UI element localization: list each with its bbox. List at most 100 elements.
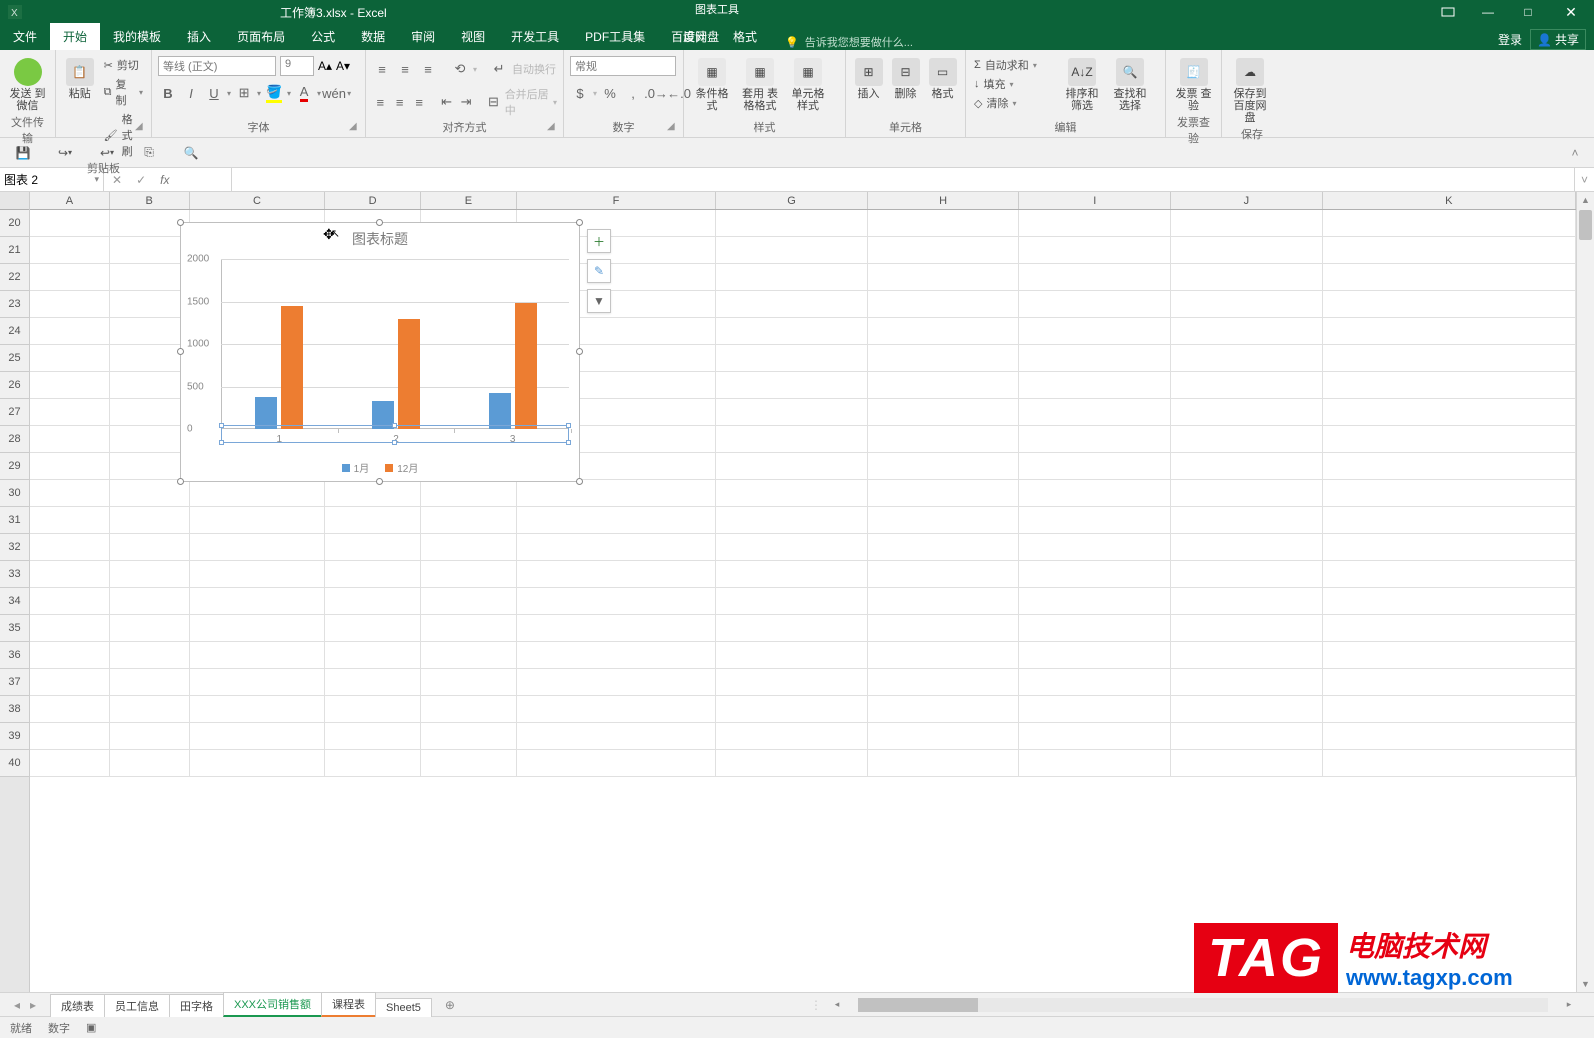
- cell[interactable]: [1019, 642, 1171, 669]
- cell[interactable]: [421, 588, 517, 615]
- col-header-C[interactable]: C: [190, 192, 326, 209]
- cell[interactable]: [1323, 345, 1576, 372]
- cell[interactable]: [1171, 210, 1323, 237]
- cell[interactable]: [517, 534, 716, 561]
- cell[interactable]: [1323, 561, 1576, 588]
- category-axis-selection[interactable]: [221, 425, 569, 443]
- underline-button[interactable]: U: [204, 83, 224, 103]
- alignment-launcher-icon[interactable]: ◢: [547, 121, 561, 135]
- cell[interactable]: [517, 561, 716, 588]
- align-bottom-icon[interactable]: ≡: [418, 59, 438, 79]
- col-header-B[interactable]: B: [110, 192, 190, 209]
- cell[interactable]: [190, 534, 326, 561]
- tab-设计[interactable]: 设计: [670, 23, 720, 50]
- cell[interactable]: [30, 264, 110, 291]
- autosum-button[interactable]: Σ自动求和▾: [972, 56, 1056, 74]
- cell[interactable]: [868, 588, 1020, 615]
- cell[interactable]: [190, 723, 326, 750]
- cell[interactable]: [868, 696, 1020, 723]
- cell[interactable]: [1323, 642, 1576, 669]
- cell[interactable]: [1323, 372, 1576, 399]
- col-header-H[interactable]: H: [868, 192, 1020, 209]
- select-all-corner[interactable]: [0, 192, 29, 210]
- chart-styles-button[interactable]: ✎: [587, 259, 611, 283]
- row-header-38[interactable]: 38: [0, 696, 29, 723]
- cell[interactable]: [1171, 723, 1323, 750]
- tab-开始[interactable]: 开始: [50, 23, 100, 50]
- share-button[interactable]: 👤 共享: [1530, 29, 1586, 50]
- cell[interactable]: [110, 372, 190, 399]
- cell[interactable]: [30, 318, 110, 345]
- cell[interactable]: [868, 534, 1020, 561]
- sheet-tab-员工信息[interactable]: 员工信息: [104, 994, 170, 1017]
- cell[interactable]: [1171, 318, 1323, 345]
- cell[interactable]: [30, 696, 110, 723]
- increase-font-icon[interactable]: A▴: [318, 59, 332, 73]
- cell[interactable]: [1171, 750, 1323, 777]
- col-header-G[interactable]: G: [716, 192, 868, 209]
- delete-cells-button[interactable]: ⊟删除: [889, 56, 922, 102]
- cell[interactable]: [1323, 723, 1576, 750]
- cell[interactable]: [421, 615, 517, 642]
- tab-开发工具[interactable]: 开发工具: [498, 23, 572, 50]
- cell[interactable]: [421, 696, 517, 723]
- cell[interactable]: [190, 669, 326, 696]
- cell[interactable]: [30, 345, 110, 372]
- resize-handle-w[interactable]: [177, 348, 184, 355]
- cell[interactable]: [1019, 345, 1171, 372]
- cell[interactable]: [1019, 318, 1171, 345]
- cell[interactable]: [110, 291, 190, 318]
- fx-icon[interactable]: fx: [160, 173, 169, 187]
- cell[interactable]: [1019, 372, 1171, 399]
- cell[interactable]: [1323, 237, 1576, 264]
- clipboard-launcher-icon[interactable]: ◢: [135, 121, 149, 135]
- cell[interactable]: [1171, 480, 1323, 507]
- cell[interactable]: [517, 669, 716, 696]
- cell[interactable]: [868, 264, 1020, 291]
- cell[interactable]: [716, 750, 868, 777]
- cell[interactable]: [1323, 750, 1576, 777]
- formula-input[interactable]: [232, 168, 1574, 191]
- cell[interactable]: [868, 642, 1020, 669]
- row-header-28[interactable]: 28: [0, 426, 29, 453]
- col-header-K[interactable]: K: [1323, 192, 1576, 209]
- currency-icon[interactable]: $: [570, 83, 590, 103]
- cell[interactable]: [1323, 399, 1576, 426]
- cell[interactable]: [325, 696, 421, 723]
- merge-center-button[interactable]: ⊟: [485, 92, 501, 112]
- row-header-31[interactable]: 31: [0, 507, 29, 534]
- cell[interactable]: [1171, 426, 1323, 453]
- cell[interactable]: [1323, 453, 1576, 480]
- expand-formula-bar-icon[interactable]: ˅: [1574, 168, 1594, 191]
- cell[interactable]: [1019, 669, 1171, 696]
- cell[interactable]: [1019, 264, 1171, 291]
- chart-elements-button[interactable]: ＋: [587, 229, 611, 253]
- cell[interactable]: [716, 723, 868, 750]
- decrease-font-icon[interactable]: A▾: [336, 59, 350, 73]
- resize-handle-n[interactable]: [376, 219, 383, 226]
- resize-handle-s[interactable]: [376, 478, 383, 485]
- cell[interactable]: [1171, 642, 1323, 669]
- cell[interactable]: [110, 642, 190, 669]
- cell[interactable]: [110, 453, 190, 480]
- cell[interactable]: [1171, 615, 1323, 642]
- cell[interactable]: [325, 534, 421, 561]
- cell[interactable]: [868, 237, 1020, 264]
- cell[interactable]: [1171, 345, 1323, 372]
- send-to-wechat-button[interactable]: 发送 到微信: [6, 56, 49, 114]
- cell[interactable]: [421, 750, 517, 777]
- cell[interactable]: [30, 453, 110, 480]
- cell[interactable]: [30, 561, 110, 588]
- find-select-button[interactable]: 🔍查找和选择: [1108, 56, 1152, 114]
- cell[interactable]: [1019, 723, 1171, 750]
- cell[interactable]: [30, 534, 110, 561]
- cell[interactable]: [1019, 615, 1171, 642]
- cell[interactable]: [110, 561, 190, 588]
- bold-button[interactable]: B: [158, 83, 178, 103]
- cell[interactable]: [110, 264, 190, 291]
- font-family-selector[interactable]: 等线 (正文): [158, 56, 276, 76]
- cell[interactable]: [421, 669, 517, 696]
- cell[interactable]: [325, 561, 421, 588]
- cell[interactable]: [30, 372, 110, 399]
- tab-我的模板[interactable]: 我的模板: [100, 23, 174, 50]
